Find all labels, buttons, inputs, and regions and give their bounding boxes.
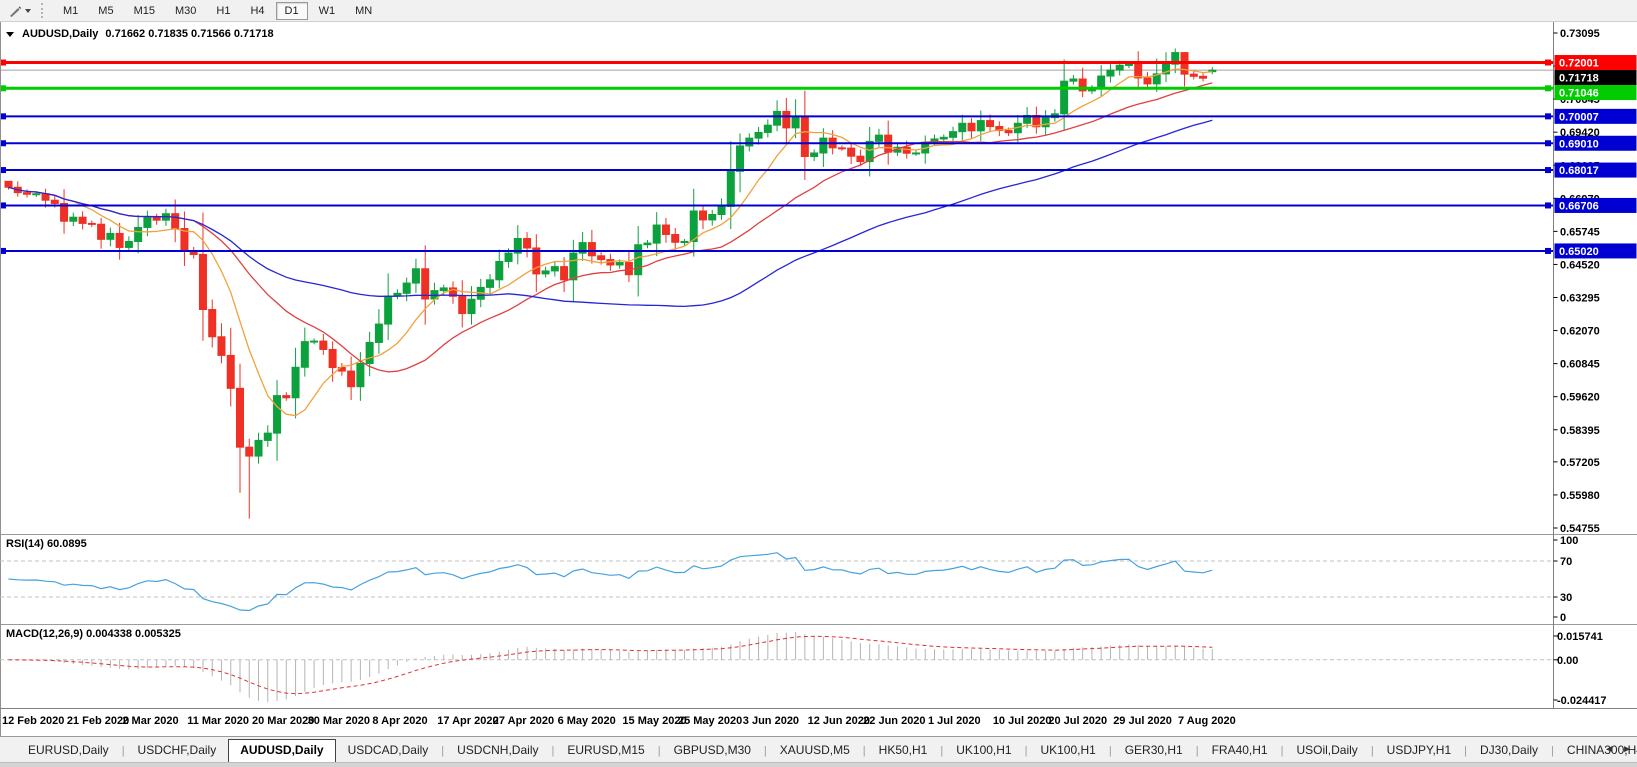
date-label: 27 Apr 2020: [493, 715, 554, 727]
chart-title[interactable]: AUDUSD,Daily 0.71662 0.71835 0.71566 0.7…: [6, 28, 274, 40]
chart-tab-dj30-daily[interactable]: DJ30,Daily: [1468, 739, 1550, 762]
chart-tab-uk100-h1[interactable]: UK100,H1: [1028, 739, 1107, 762]
timeframe-toolbar: M1M5M15M30H1H4D1W1MN: [0, 0, 1637, 22]
price-tick: 0.54755: [1560, 523, 1600, 534]
timeframe-button-m30[interactable]: M30: [166, 2, 205, 20]
date-label: 30 Mar 2020: [308, 715, 370, 727]
toolbar-grip: [41, 3, 45, 18]
timeframe-buttons: M1M5M15M30H1H4D1W1MN: [53, 2, 382, 20]
chart-title-ohlc: 0.71662 0.71835 0.71566 0.71718: [105, 28, 273, 40]
chart-tab-uk100-h1[interactable]: UK100,H1: [944, 739, 1023, 762]
chart-tab-gbpusd-m30[interactable]: GBPUSD,M30: [662, 739, 763, 762]
price-tick: 0.64520: [1560, 259, 1600, 271]
tab-scroll-left-icon[interactable]: ◄: [1604, 744, 1614, 755]
date-label: 11 Mar 2020: [187, 715, 249, 727]
chart-tab-usdjpy-h1[interactable]: USDJPY,H1: [1375, 739, 1463, 762]
date-label: 7 Aug 2020: [1178, 715, 1236, 727]
rsi-tick: 70: [1560, 556, 1572, 568]
macd-tick: 0.00: [1557, 655, 1578, 667]
date-label: 12 Jun 2020: [808, 715, 870, 727]
tool-dropdown-caret: [25, 9, 31, 13]
collapse-icon: [6, 32, 14, 37]
price-tick: 0.55980: [1560, 490, 1600, 502]
chart-tab-fra40-h1[interactable]: FRA40,H1: [1200, 739, 1280, 762]
timeframe-button-m1[interactable]: M1: [54, 2, 87, 20]
date-label: 17 Apr 2020: [437, 715, 498, 727]
chart-tab-hk50-h1[interactable]: HK50,H1: [867, 739, 940, 762]
chart-tab-eurusd-m15[interactable]: EURUSD,M15: [555, 739, 656, 762]
chart-tab-audusd-daily[interactable]: AUDUSD,Daily: [228, 739, 335, 762]
price-tick: 0.63295: [1560, 293, 1600, 305]
price-tick: 0.60845: [1560, 359, 1600, 371]
price-tick: 0.73095: [1560, 28, 1600, 40]
svg-text:0.65020: 0.65020: [1559, 246, 1599, 258]
chart-title-symbol: AUDUSD,Daily: [22, 28, 98, 40]
chart-tab-usdcnh-daily[interactable]: USDCNH,Daily: [445, 739, 550, 762]
macd-tick: 0.015741: [1557, 631, 1603, 643]
macd-tick: -0.024417: [1557, 695, 1607, 707]
timeframe-button-h1[interactable]: H1: [207, 2, 239, 20]
date-label: 20 Jul 2020: [1048, 715, 1107, 727]
date-label: 6 May 2020: [558, 715, 616, 727]
pencil-cursor-icon: [8, 4, 22, 18]
rsi-tick: 30: [1560, 592, 1572, 604]
date-label: 12 Feb 2020: [2, 715, 64, 727]
price-tick: 0.57205: [1560, 457, 1600, 469]
timeframe-button-mn[interactable]: MN: [346, 2, 381, 20]
macd-label: MACD(12,26,9) 0.004338 0.005325: [6, 628, 181, 640]
bottom-strip: [0, 762, 1637, 767]
timeframe-button-w1[interactable]: W1: [310, 2, 345, 20]
date-label: 21 Feb 2020: [67, 715, 129, 727]
rsi-canvas[interactable]: 100 70 30 0: [0, 534, 1637, 624]
chart-tabs-bar: EURUSD,Daily|USDCHF,DailyAUDUSD,DailyUSD…: [0, 736, 1637, 762]
svg-text:0.72001: 0.72001: [1559, 58, 1599, 70]
chart-tab-usdcad-daily[interactable]: USDCAD,Daily: [336, 739, 441, 762]
main-chart-pane: 0.730950.718700.706450.694200.681950.669…: [0, 22, 1637, 534]
cursor-tool-button[interactable]: [4, 3, 35, 19]
rsi-label: RSI(14) 60.0895: [6, 538, 87, 550]
price-tick: 0.65745: [1560, 226, 1600, 238]
chart-tab-usdchf-daily[interactable]: USDCHF,Daily: [126, 739, 229, 762]
rsi-tick: 100: [1560, 535, 1578, 547]
timeframe-button-h4[interactable]: H4: [241, 2, 273, 20]
tab-scroll-right-icon[interactable]: ►: [1622, 744, 1632, 755]
price-tick: 0.58395: [1560, 425, 1600, 437]
svg-text:0.66706: 0.66706: [1559, 200, 1599, 212]
chart-tab-ger30-h1[interactable]: GER30,H1: [1113, 739, 1195, 762]
rsi-tick: 0: [1560, 612, 1566, 624]
date-label: 10 Jul 2020: [993, 715, 1052, 727]
date-label: 20 Mar 2020: [252, 715, 314, 727]
price-chart-canvas[interactable]: 0.730950.718700.706450.694200.681950.669…: [0, 22, 1637, 534]
date-label: 29 Jul 2020: [1113, 715, 1172, 727]
rsi-pane: 100 70 30 0 RSI(14) 60.0895: [0, 534, 1637, 624]
timeframe-button-m15[interactable]: M15: [125, 2, 164, 20]
svg-text:0.70007: 0.70007: [1559, 111, 1599, 123]
svg-text:0.71718: 0.71718: [1559, 73, 1599, 85]
chart-tab-usoil-daily[interactable]: USOil,Daily: [1284, 739, 1369, 762]
date-label: 2 Mar 2020: [122, 715, 178, 727]
price-tick: 0.59620: [1560, 392, 1600, 404]
date-label: 22 Jun 2020: [863, 715, 925, 727]
timeframe-button-d1[interactable]: D1: [276, 2, 308, 20]
price-tick: 0.62070: [1560, 326, 1600, 338]
chart-tab-xauusd-m5[interactable]: XAUUSD,M5: [768, 739, 862, 762]
svg-text:0.68017: 0.68017: [1559, 165, 1599, 177]
svg-text:0.69010: 0.69010: [1559, 138, 1599, 150]
date-label: 3 Jun 2020: [743, 715, 799, 727]
date-label: 25 May 2020: [678, 715, 742, 727]
timeframe-button-m5[interactable]: M5: [89, 2, 122, 20]
chart-tabs: EURUSD,Daily|USDCHF,DailyAUDUSD,DailyUSD…: [16, 739, 1637, 762]
chart-tab-eurusd-daily[interactable]: EURUSD,Daily: [16, 739, 121, 762]
date-label: 1 Jul 2020: [928, 715, 981, 727]
svg-text:0.71046: 0.71046: [1559, 88, 1599, 100]
macd-canvas[interactable]: 0.015741 0.00 -0.024417: [0, 624, 1637, 709]
time-axis[interactable]: 12 Feb 202021 Feb 20202 Mar 2020 11 Mar 2…: [0, 709, 1637, 736]
macd-pane: 0.015741 0.00 -0.024417 MACD(12,26,9) 0.00…: [0, 624, 1637, 709]
date-label: 8 Apr 2020: [372, 715, 427, 727]
